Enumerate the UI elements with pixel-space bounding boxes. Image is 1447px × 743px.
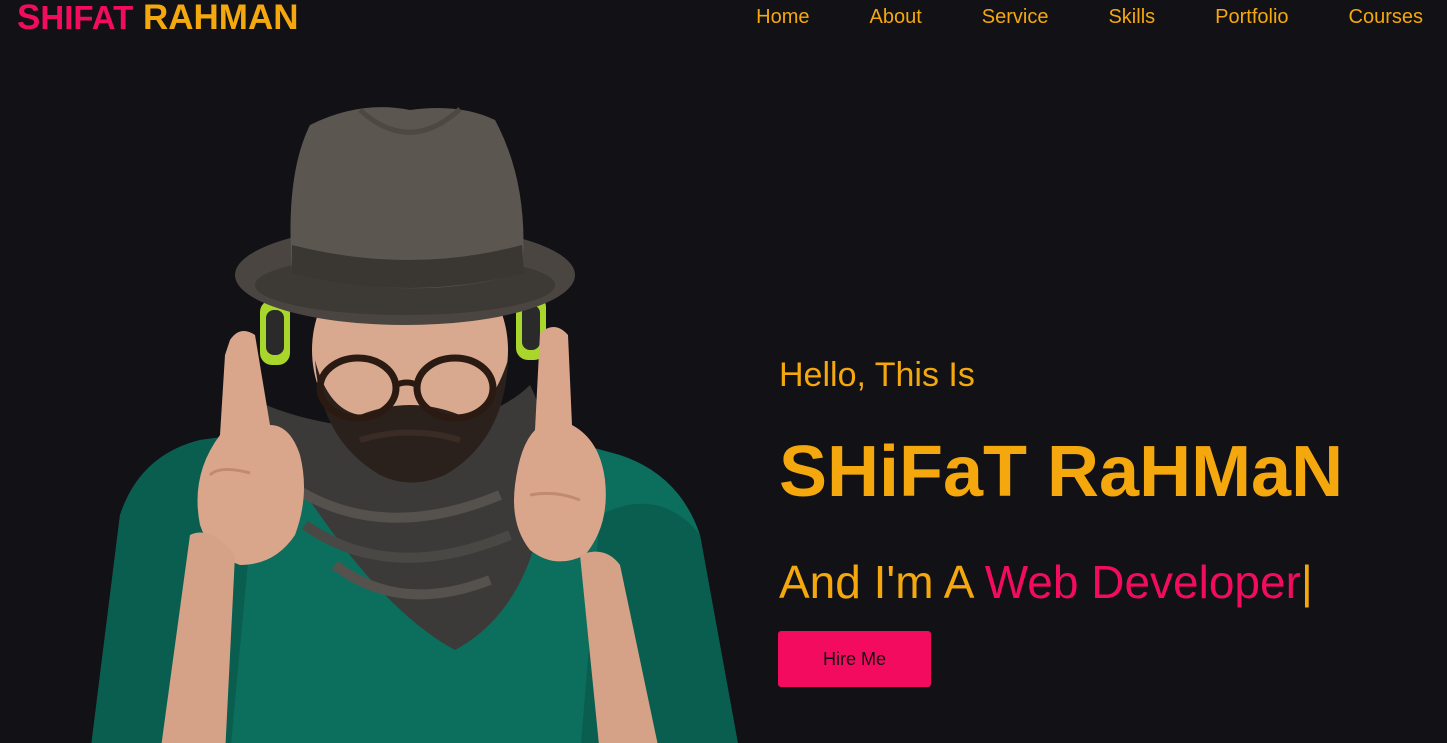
hire-me-button[interactable]: Hire Me (778, 631, 931, 687)
nav-link-home[interactable]: Home (756, 5, 809, 29)
logo-first-name: SHIFAT (17, 0, 133, 37)
nav-link-skills[interactable]: Skills (1108, 5, 1155, 29)
typing-cursor: | (1300, 556, 1313, 608)
nav-link-portfolio[interactable]: Portfolio (1215, 5, 1288, 29)
nav-link-about[interactable]: About (870, 5, 922, 29)
hero-role: And I'm A Web Developer| (779, 555, 1313, 609)
nav-link-service[interactable]: Service (982, 5, 1049, 29)
logo-initial: S (17, 0, 41, 37)
page: SHIFAT RAHMAN Home About Service Skills … (0, 0, 1447, 743)
site-logo[interactable]: SHIFAT RAHMAN (17, 0, 299, 38)
hero-role-dynamic: Web Developer (984, 556, 1301, 608)
main-nav: Home About Service Skills Portfolio Cour… (756, 5, 1423, 29)
logo-last-name: RAHMAN (133, 0, 299, 37)
hero-name: SHiFaT RaHMaN (779, 432, 1344, 512)
logo-first-rest: HIFAT (40, 0, 134, 36)
hero-greeting: Hello, This Is (779, 356, 975, 394)
hero-role-prefix: And I'm A (779, 556, 985, 608)
hero-portrait-image (91, 107, 738, 743)
nav-link-courses[interactable]: Courses (1349, 5, 1423, 29)
